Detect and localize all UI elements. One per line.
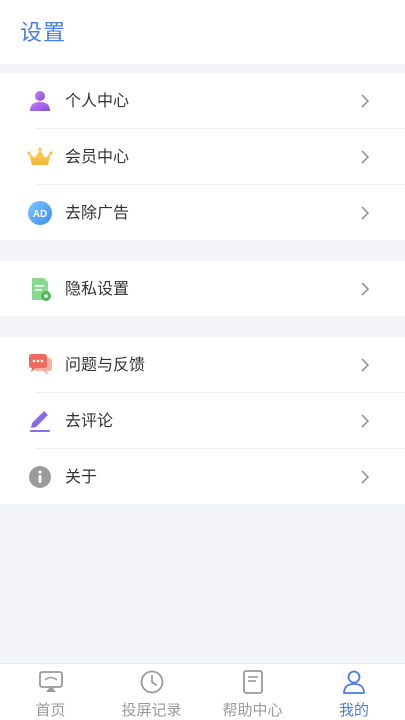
- menu-item-privacy-settings[interactable]: 隐私设置: [0, 261, 405, 317]
- menu-item-comment[interactable]: 去评论: [0, 393, 405, 449]
- ad-icon: AD: [28, 201, 52, 225]
- tab-cast-history[interactable]: 投屏记录: [101, 664, 202, 720]
- menu-item-feedback[interactable]: 问题与反馈: [0, 337, 405, 393]
- menu-item-personal-center[interactable]: 个人中心: [0, 73, 405, 129]
- menu-item-label: 去评论: [65, 411, 114, 430]
- menu-item-label: 问题与反馈: [65, 355, 146, 374]
- svg-text:AD: AD: [33, 209, 47, 220]
- chat-bubbles-icon: [29, 354, 52, 375]
- header: 设置: [0, 0, 405, 64]
- chevron-right-icon: [361, 358, 370, 372]
- tab-label: 首页: [35, 701, 66, 719]
- tab-label: 帮助中心: [222, 701, 283, 719]
- settings-group-privacy: 隐私设置: [0, 261, 405, 316]
- info-icon: [29, 466, 51, 488]
- chevron-right-icon: [361, 282, 370, 296]
- settings-page: 设置 个人中心 会员中心 AD 去除广告 隐私设置 问题与反馈 去评论 关于 首…: [0, 0, 405, 720]
- clock-icon: [140, 670, 163, 694]
- tab-mine[interactable]: 我的: [303, 664, 405, 720]
- menu-item-label: 隐私设置: [65, 279, 130, 298]
- chevron-right-icon: [361, 150, 370, 164]
- menu-item-vip-center[interactable]: 会员中心: [0, 129, 405, 185]
- menu-item-label: 去除广告: [65, 203, 130, 222]
- page-title: 设置: [20, 21, 67, 46]
- book-icon: [242, 670, 263, 694]
- chevron-right-icon: [361, 470, 370, 484]
- tab-label: 我的: [338, 701, 369, 719]
- chevron-right-icon: [361, 414, 370, 428]
- tab-home[interactable]: 首页: [0, 664, 101, 720]
- menu-item-label: 关于: [65, 467, 98, 486]
- menu-item-label: 会员中心: [65, 147, 130, 166]
- crown-icon: [27, 147, 53, 165]
- bottom-tab-bar: 首页 投屏记录 帮助中心 我的: [0, 663, 405, 720]
- privacy-document-icon: [32, 278, 51, 301]
- menu-item-remove-ads[interactable]: AD 去除广告: [0, 185, 405, 241]
- pencil-icon: [30, 411, 50, 432]
- tab-label: 投屏记录: [121, 701, 182, 719]
- settings-group-account: 个人中心 会员中心 AD 去除广告: [0, 73, 405, 240]
- chevron-right-icon: [361, 206, 370, 220]
- user-profile-icon: [343, 670, 365, 694]
- person-icon: [30, 91, 50, 111]
- screen-cast-icon: [38, 671, 63, 692]
- settings-group-support: 问题与反馈 去评论 关于: [0, 337, 405, 504]
- menu-item-label: 个人中心: [65, 91, 130, 110]
- menu-item-about[interactable]: 关于: [0, 449, 405, 505]
- chevron-right-icon: [361, 94, 370, 108]
- tab-help-center[interactable]: 帮助中心: [202, 664, 303, 720]
